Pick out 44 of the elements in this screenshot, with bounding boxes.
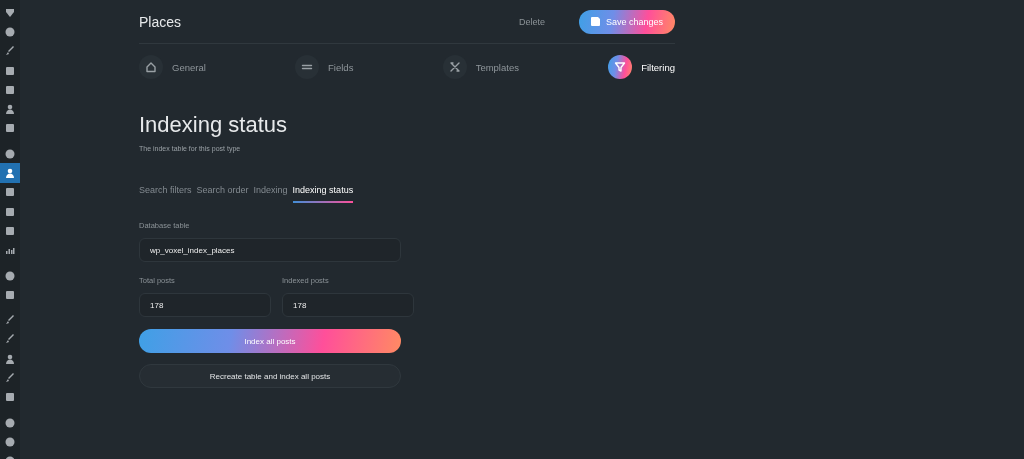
circle-icon bbox=[5, 270, 15, 281]
square-icon bbox=[5, 84, 15, 95]
tab[interactable]: Search filters bbox=[139, 185, 192, 203]
step-tab[interactable]: Fields bbox=[295, 55, 354, 79]
brush-icon bbox=[5, 334, 15, 345]
square-icon bbox=[5, 206, 15, 217]
step-tab[interactable]: Templates bbox=[442, 55, 519, 79]
square-icon bbox=[5, 123, 15, 134]
page-title: Places bbox=[139, 13, 183, 30]
circle-icon bbox=[5, 26, 15, 37]
square-icon bbox=[5, 289, 15, 300]
tab[interactable]: Indexing status bbox=[292, 185, 354, 203]
step-tab[interactable]: General bbox=[139, 55, 206, 79]
circle-icon bbox=[5, 417, 15, 428]
tools-icon bbox=[448, 61, 461, 73]
input-field[interactable]: wp_voxel_index_places bbox=[139, 238, 401, 262]
person-icon bbox=[5, 168, 15, 178]
circle-icon bbox=[5, 436, 15, 447]
shield-icon bbox=[5, 7, 15, 18]
section-title: Indexing status bbox=[139, 112, 288, 138]
save-button[interactable]: Save changes bbox=[578, 9, 675, 34]
delete-button[interactable]: Delete bbox=[512, 15, 551, 28]
bar-chart-icon bbox=[5, 245, 15, 256]
index-button[interactable]: Index all posts bbox=[139, 329, 401, 353]
brush-icon bbox=[5, 373, 15, 383]
input-field[interactable]: 178 bbox=[282, 293, 414, 317]
brush-icon bbox=[5, 46, 15, 57]
step-tab[interactable]: Filtering bbox=[608, 55, 675, 79]
input-field[interactable]: 178 bbox=[139, 293, 271, 317]
recreate-button[interactable]: Recreate table and index all posts bbox=[139, 364, 401, 388]
home-icon bbox=[145, 61, 157, 73]
person-icon bbox=[5, 353, 15, 364]
tab[interactable]: Indexing bbox=[253, 185, 288, 203]
sidebar-item[interactable] bbox=[0, 163, 20, 183]
filter-icon bbox=[614, 61, 627, 73]
square-icon bbox=[5, 225, 15, 236]
square-icon bbox=[5, 65, 15, 76]
brush-icon bbox=[5, 315, 15, 326]
save-icon bbox=[590, 17, 600, 26]
tab[interactable]: Search order bbox=[196, 185, 249, 203]
person-icon bbox=[5, 104, 15, 115]
circle-icon bbox=[5, 148, 15, 159]
square-icon bbox=[5, 187, 15, 198]
square-icon bbox=[5, 392, 15, 403]
